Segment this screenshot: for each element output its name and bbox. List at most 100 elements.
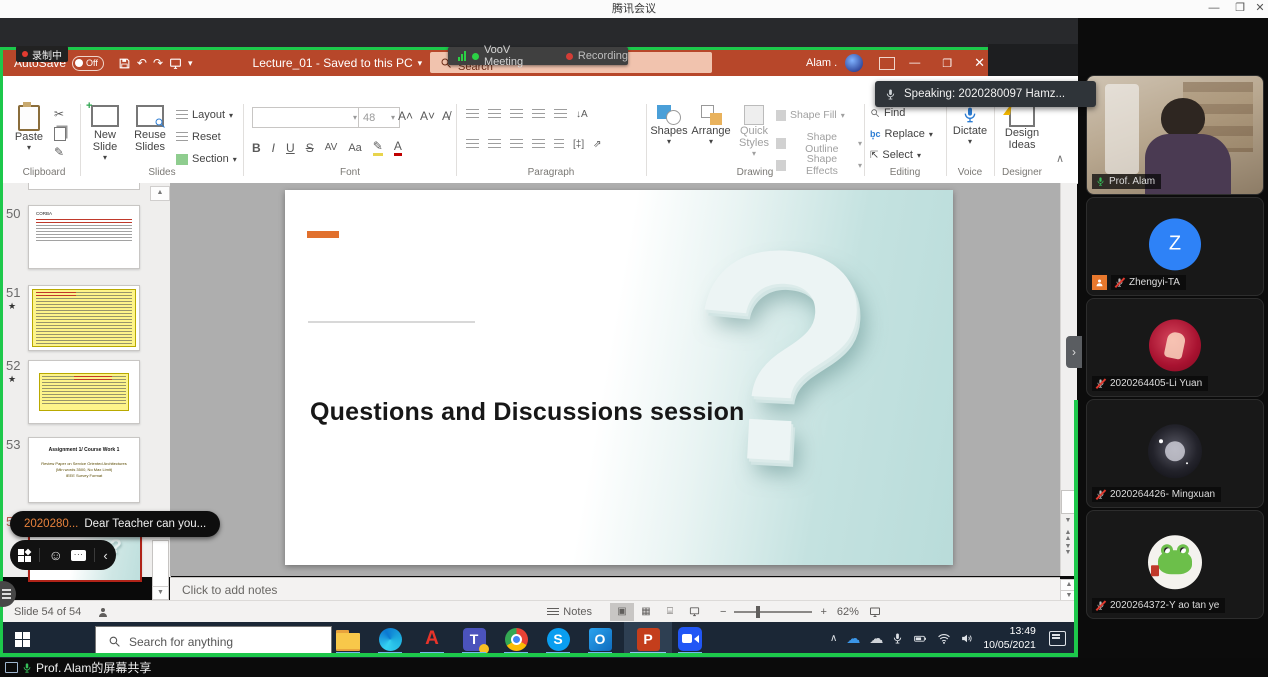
strikethrough-icon[interactable]: S: [306, 141, 314, 155]
start-slideshow-button[interactable]: [169, 57, 182, 70]
customize-qat-button[interactable]: ▾: [188, 58, 193, 69]
copy-icon[interactable]: [54, 127, 66, 141]
arrange-button[interactable]: Arrange▾: [690, 105, 732, 146]
notes-toggle-button[interactable]: Notes: [547, 606, 592, 618]
numbering-icon[interactable]: [488, 109, 501, 120]
window-minimize-button[interactable]: —: [1202, 0, 1226, 18]
clear-format-icon[interactable]: A̸: [442, 109, 450, 123]
zoom-out-button[interactable]: −: [720, 606, 726, 618]
save-button[interactable]: [118, 57, 131, 70]
bullets-icon[interactable]: [466, 109, 479, 120]
thumbnail-slide-53[interactable]: Assignment 1/ Course Work 1 Review Paper…: [28, 437, 140, 503]
volume-icon[interactable]: [960, 632, 974, 645]
taskbar-icon-edge[interactable]: [370, 624, 410, 654]
taskbar-icon-teams[interactable]: T: [454, 624, 494, 654]
shapes-button[interactable]: Shapes▾: [650, 105, 688, 146]
participant-tile-yao-tan-ye[interactable]: 2020264372-Y ao tan ye: [1086, 510, 1264, 619]
quick-styles-button[interactable]: Quick Styles▾: [734, 105, 774, 158]
cut-icon[interactable]: ✂: [54, 107, 64, 121]
notes-pane[interactable]: Click to add notes: [170, 577, 1060, 601]
shape-fill-button[interactable]: Shape Fill▾: [776, 109, 845, 121]
slide-canvas[interactable]: Questions and Discussions session ?: [285, 190, 953, 565]
tray-expand-icon[interactable]: ∧: [830, 633, 837, 644]
thumbnail-scroll-down[interactable]: ▼: [152, 586, 169, 600]
collapse-toolbar-icon[interactable]: ‹: [103, 548, 107, 563]
char-spacing-icon[interactable]: AV: [325, 142, 338, 153]
zoom-slider[interactable]: [734, 611, 812, 613]
autosave-toggle[interactable]: Off: [72, 56, 104, 71]
new-slide-button[interactable]: + New Slide▾: [84, 105, 126, 162]
shape-outline-button[interactable]: Shape Outline▾: [776, 131, 862, 155]
taskbar-icon-outlook[interactable]: O: [580, 624, 620, 654]
align-left-icon[interactable]: [466, 139, 479, 150]
decrease-indent-icon[interactable]: [510, 109, 523, 120]
grow-font-icon[interactable]: A˄: [398, 109, 413, 123]
ribbon-display-options-icon[interactable]: [879, 57, 895, 70]
replace-button[interactable]: b͓cReplace▾: [870, 128, 933, 140]
title-dropdown-icon[interactable]: ▾: [418, 58, 423, 69]
text-highlight-icon[interactable]: ✎: [373, 139, 383, 156]
view-reading-button[interactable]: ⌸: [658, 603, 682, 621]
section-button[interactable]: Section▾: [176, 153, 237, 165]
ppt-close-button[interactable]: ✕: [974, 55, 985, 71]
thumbnail-scrollbar-thumb[interactable]: [152, 540, 169, 587]
chat-message-toast[interactable]: 2020280... Dear Teacher can you...: [10, 511, 220, 537]
chat-icon[interactable]: ···: [71, 550, 86, 561]
smartart-convert-icon[interactable]: ⇗: [593, 139, 601, 150]
select-button[interactable]: ⇱Select▾: [870, 149, 921, 161]
font-color-icon[interactable]: A: [394, 139, 402, 156]
thumbnail-slide-52[interactable]: [28, 360, 140, 424]
account-avatar[interactable]: [845, 54, 863, 72]
reset-button[interactable]: Reset: [176, 131, 221, 143]
panel-collapse-tab[interactable]: ›: [1066, 336, 1082, 368]
fit-slide-to-window-icon[interactable]: [869, 606, 881, 618]
thumbnail-slide49-partial[interactable]: [28, 183, 140, 190]
font-size-combo[interactable]: 48▾: [358, 107, 400, 128]
view-normal-button[interactable]: ▣: [610, 603, 634, 621]
start-button[interactable]: [2, 624, 42, 654]
undo-button[interactable]: ↶: [137, 56, 147, 70]
thumbnail-slide-50[interactable]: CORBA: [28, 205, 140, 269]
participant-tile-li-yuan[interactable]: 2020264405-Li Yuan: [1086, 298, 1264, 397]
underline-icon[interactable]: U: [286, 141, 295, 155]
taskbar-icon-chrome[interactable]: [496, 624, 536, 654]
participant-tile-zhengyi[interactable]: Z Zhengyi-TA: [1086, 197, 1264, 296]
onedrive-icon[interactable]: ☁: [846, 630, 860, 647]
columns-icon[interactable]: [554, 139, 564, 150]
accessibility-checker-icon[interactable]: [97, 606, 109, 618]
collapse-ribbon-icon[interactable]: ∧: [1056, 152, 1064, 165]
window-close-button[interactable]: ✕: [1248, 0, 1268, 18]
zoom-in-button[interactable]: +: [820, 606, 826, 618]
format-painter-icon[interactable]: ✎: [54, 145, 64, 159]
notification-center-icon[interactable]: [1049, 631, 1066, 646]
cloud-icon[interactable]: ☁: [869, 630, 883, 647]
participant-tile-prof-alam[interactable]: Prof. Alam: [1086, 75, 1264, 195]
taskbar-icon-acrobat[interactable]: A: [412, 624, 452, 654]
align-center-icon[interactable]: [488, 139, 501, 150]
taskbar-icon-file-explorer[interactable]: [328, 624, 368, 654]
text-direction-icon[interactable]: ↓A: [576, 109, 588, 120]
taskbar-icon-skype[interactable]: S: [538, 624, 578, 654]
view-slideshow-button[interactable]: [682, 603, 706, 621]
find-button[interactable]: Find: [870, 107, 905, 119]
thumbnail-slide-51[interactable]: [28, 285, 140, 351]
apps-grid-icon[interactable]: [18, 549, 31, 562]
tray-clock[interactable]: 13:4910/05/2021: [983, 625, 1036, 651]
ppt-restore-button[interactable]: ❐: [942, 57, 952, 70]
wifi-icon[interactable]: [937, 632, 951, 645]
bold-icon[interactable]: B: [252, 141, 261, 155]
thumbnail-scroll-up[interactable]: ▲: [150, 186, 170, 201]
align-text-icon[interactable]: [‡]: [573, 139, 584, 150]
view-slide-sorter-button[interactable]: ▦: [634, 603, 658, 621]
taskbar-icon-voov[interactable]: [670, 624, 710, 654]
design-ideas-button[interactable]: DesignIdeas: [998, 105, 1046, 151]
participant-tile-mingxuan[interactable]: 2020264426- Mingxuan: [1086, 399, 1264, 508]
zoom-level[interactable]: 62%: [837, 606, 859, 618]
line-spacing-icon[interactable]: [554, 109, 567, 120]
shrink-font-icon[interactable]: A˅: [420, 109, 435, 123]
font-name-combo[interactable]: ▾: [252, 107, 362, 128]
align-right-icon[interactable]: [510, 139, 523, 150]
redo-button[interactable]: ↷: [153, 56, 163, 70]
paste-button[interactable]: Paste▾: [12, 105, 46, 152]
ppt-minimize-button[interactable]: —: [909, 57, 920, 69]
